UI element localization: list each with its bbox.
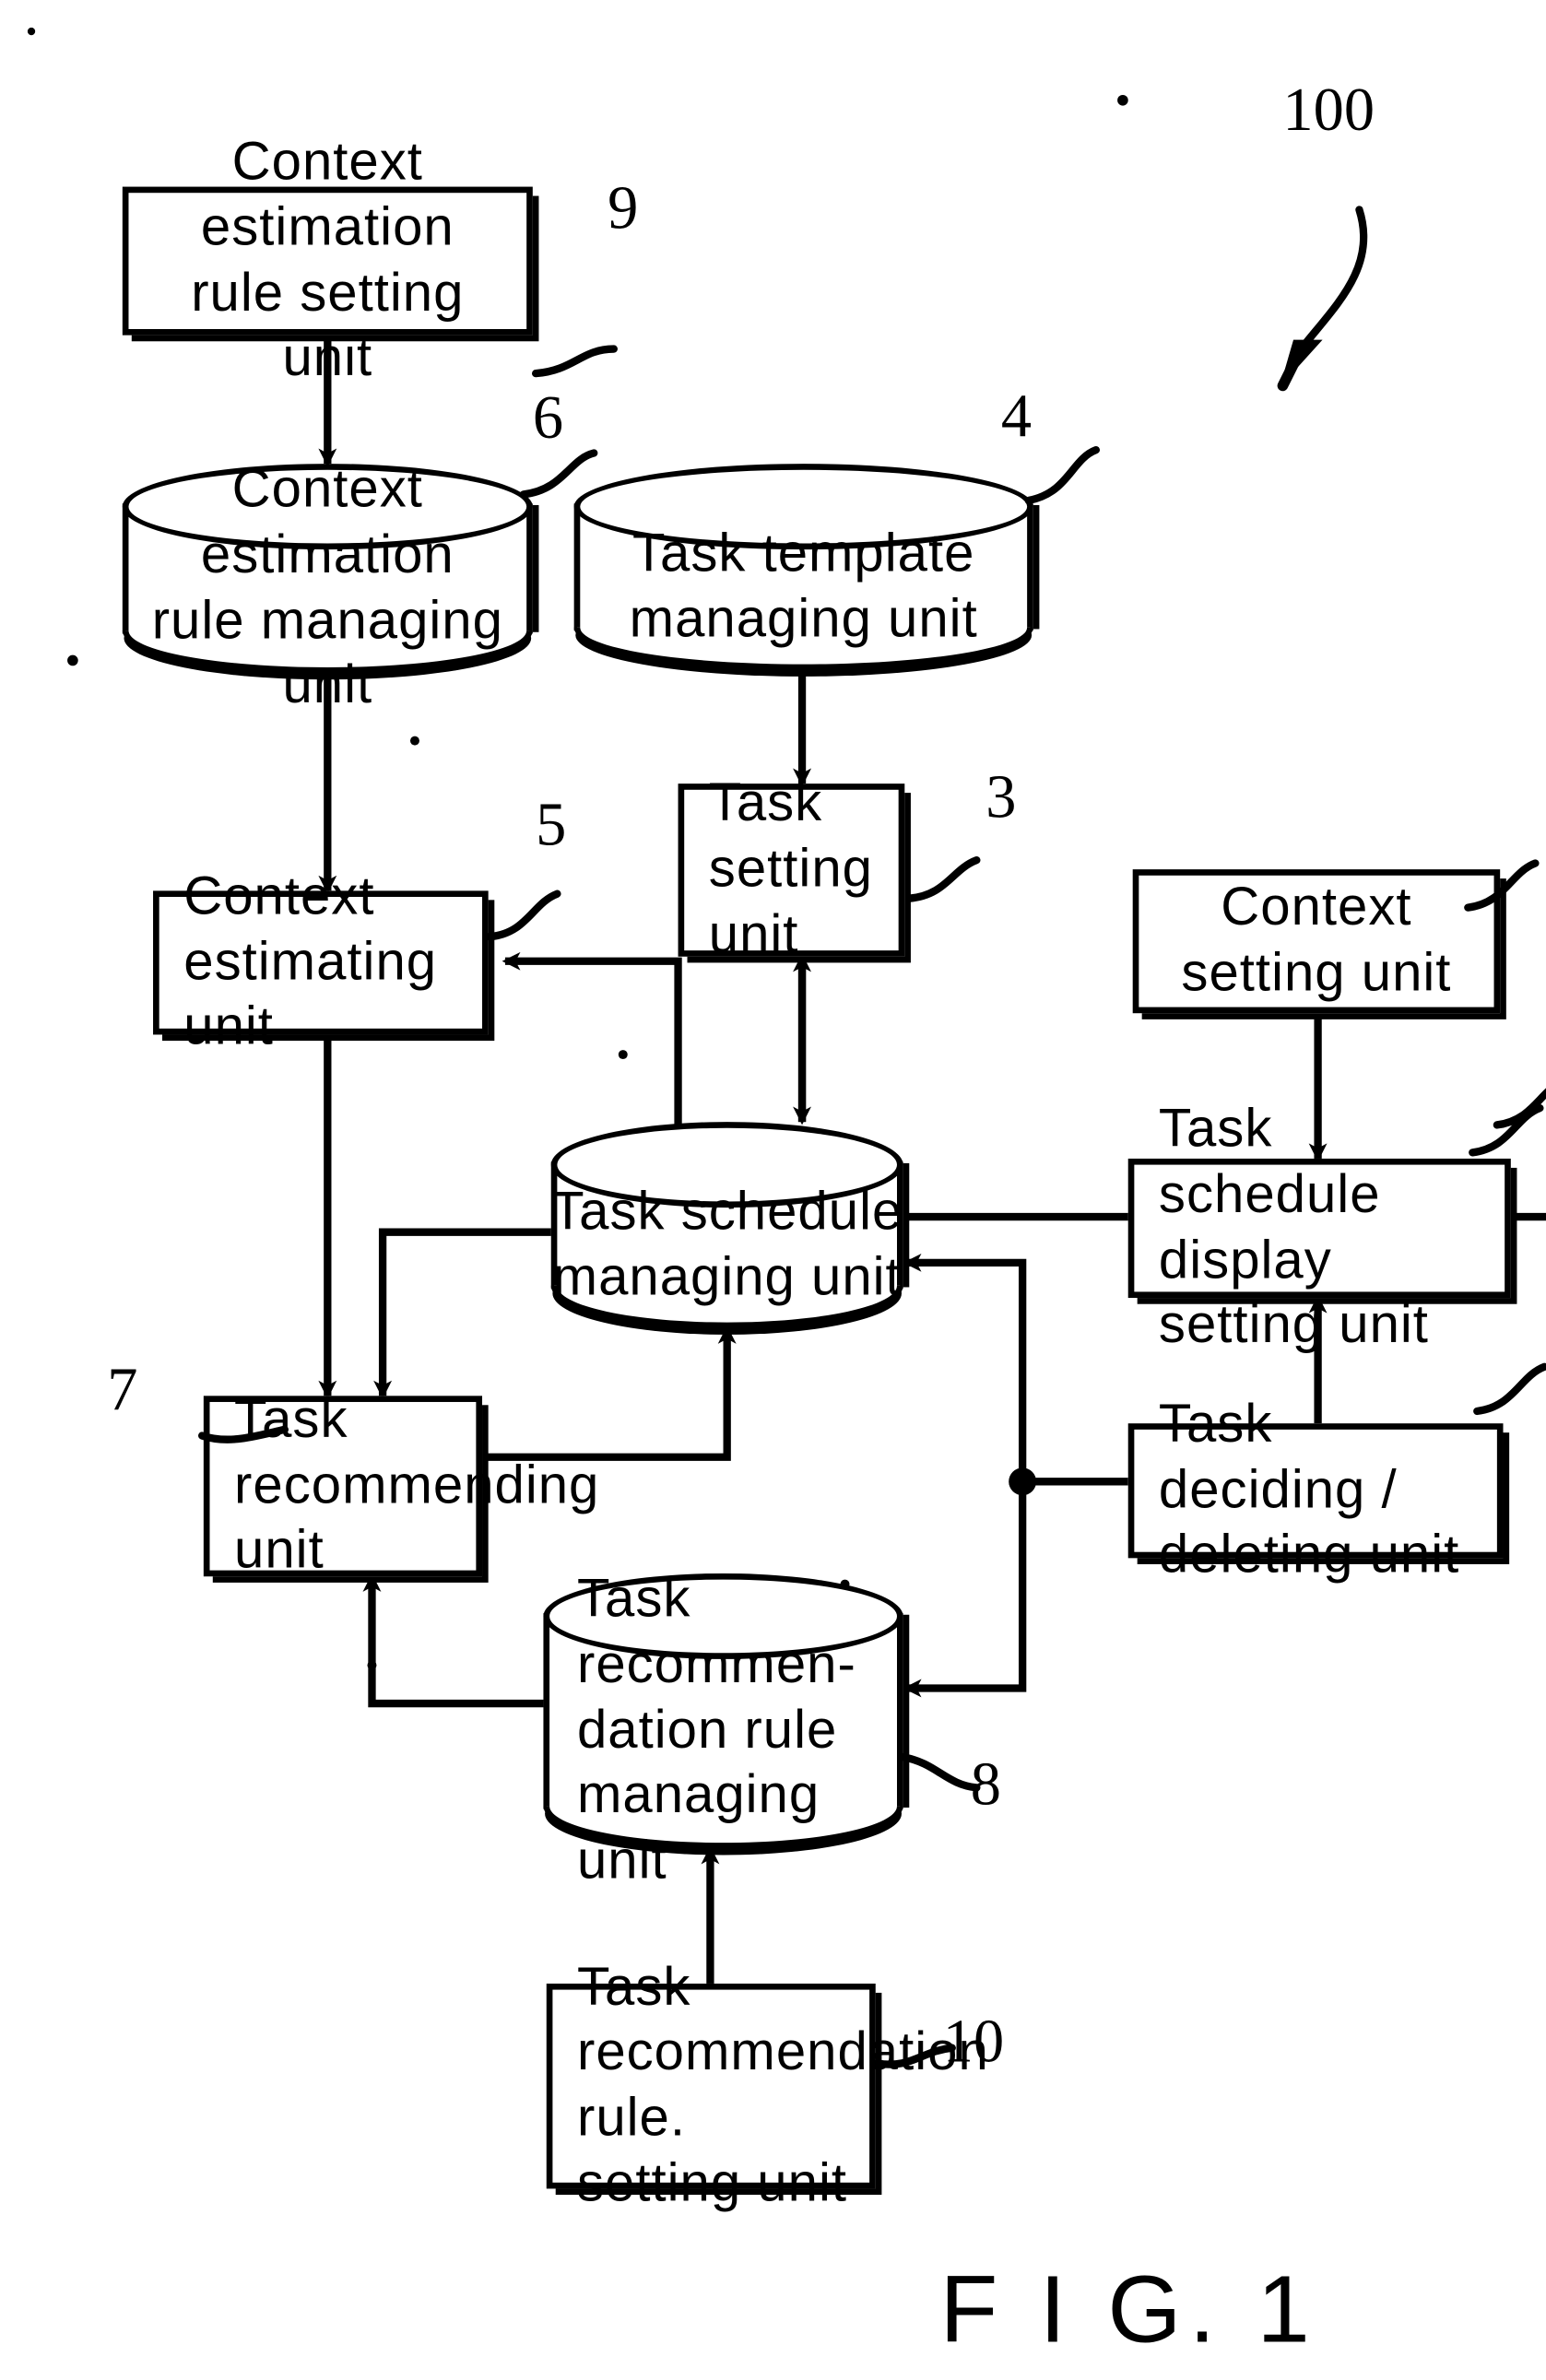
node-task-recommendation-rule-managing-unit[interactable]: Task recommen- dation rule managing unit [543, 1569, 903, 1891]
node-task-deciding-deleting-unit[interactable]: Task deciding / deleting unit [1127, 1395, 1504, 1585]
node-label: Context estimating unit [183, 866, 438, 1057]
node-label: Task recommendation rule. setting unit [576, 1957, 989, 2213]
node-task-schedule-display-setting-unit[interactable]: Task schedule display setting unit [1127, 1099, 1511, 1355]
junction-dot [1009, 1467, 1037, 1496]
node-label: Task template managing unit [629, 523, 978, 649]
wire-12-to-1 [903, 1253, 1128, 1486]
numeral-9: 9 [608, 172, 639, 242]
node-context-estimation-rule-managing-unit[interactable]: Context estimation rule managing unit [122, 459, 533, 715]
node-label: Context estimation rule managing unit [151, 459, 503, 715]
numeral-4: 4 [1000, 381, 1033, 451]
wire-1-to-7 [373, 1228, 556, 1399]
numeral-5: 5 [536, 789, 567, 859]
leader-4 [1024, 446, 1100, 505]
leader-8 [899, 1753, 981, 1792]
leader-100-arrowhead [1280, 339, 1323, 388]
wire-8-to-7 [362, 1573, 547, 1708]
node-task-recommending-unit[interactable]: Task recommending unit [203, 1390, 598, 1580]
node-context-setting-unit[interactable]: Context setting unit [1132, 869, 1501, 1014]
scan-speck [27, 27, 36, 36]
numeral-100: 100 [1282, 75, 1375, 145]
numeral-3: 3 [985, 761, 1017, 831]
leader-9 [531, 345, 618, 378]
scan-speck [67, 654, 78, 666]
node-context-estimating-unit[interactable]: Context estimating unit [153, 866, 489, 1056]
node-label: Task schedule display setting unit [1158, 1099, 1429, 1355]
numeral-7: 7 [107, 1354, 138, 1424]
leader-5 [486, 890, 561, 941]
node-task-schedule-managing-unit[interactable]: Task schedule managing unit [550, 1122, 903, 1329]
node-context-estimation-rule-setting-unit[interactable]: Context estimation rule setting unit [122, 132, 533, 387]
numeral-10: 10 [942, 2006, 1005, 2076]
node-label: Context estimation rule setting unit [191, 132, 465, 388]
node-task-setting-unit[interactable]: Task setting unit [678, 773, 905, 964]
wire-1-to-5 [502, 951, 682, 1128]
numeral-6: 6 [532, 383, 564, 452]
numeral-8: 8 [970, 1749, 1001, 1819]
node-label: Context setting unit [1181, 877, 1452, 1003]
wire-7-to-1 [482, 1325, 737, 1461]
figure-canvas: 100 9 6 4 3 5 11 1 2 7 12 8 10 Context e… [0, 0, 1546, 2380]
leader-100 [1297, 206, 1368, 353]
scan-speck [409, 736, 419, 746]
node-label: Task recommending unit [234, 1389, 600, 1581]
node-label: Task setting unit [708, 773, 873, 964]
scan-speck [367, 1660, 377, 1670]
wire-12-to-8 [903, 1481, 1027, 1698]
node-label: Task deciding / deleting unit [1158, 1394, 1460, 1585]
node-task-template-managing-unit[interactable]: Task template managing unit [573, 464, 1033, 671]
scan-speck [618, 1050, 628, 1060]
node-label: Task recommen- dation rule managing unit [576, 1569, 856, 1891]
node-label: Task schedule managing unit [551, 1181, 903, 1307]
figure-caption: F I G. 1 [939, 2257, 1318, 2363]
leader-3 [905, 856, 981, 902]
node-task-recommendation-rule-setting-unit[interactable]: Task recommendation rule. setting unit [546, 1957, 988, 2212]
scan-speck [1117, 94, 1128, 106]
